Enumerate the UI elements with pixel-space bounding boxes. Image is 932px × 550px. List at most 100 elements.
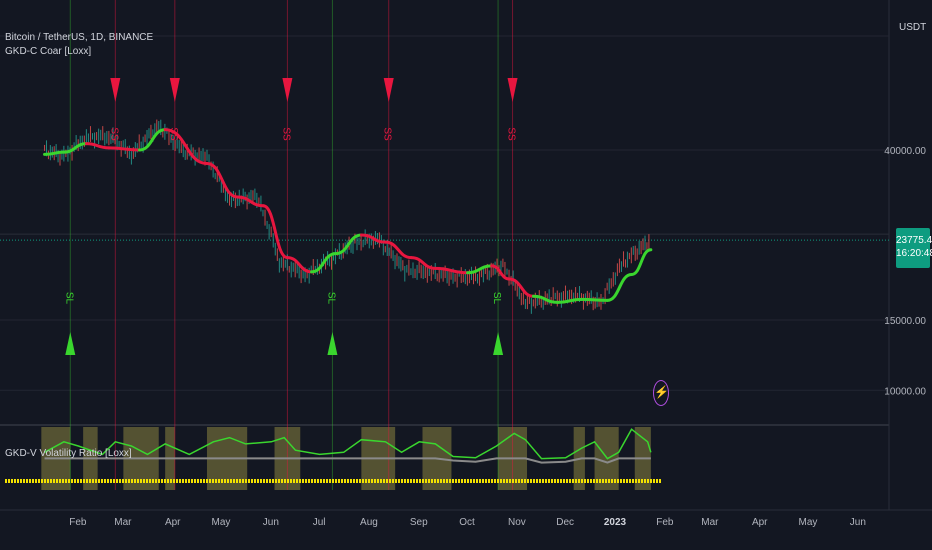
volatility-dot [347, 479, 349, 483]
volatility-dot [635, 479, 637, 483]
volatility-dot [380, 479, 382, 483]
volatility-dot [290, 479, 292, 483]
volatility-dot [233, 479, 235, 483]
price-tick-label: 40000.00 [884, 146, 926, 157]
volatility-dot [209, 479, 211, 483]
volatility-dot [146, 479, 148, 483]
volatility-dot [101, 479, 103, 483]
short-signal-label: SS [280, 127, 291, 141]
volatility-dot [71, 479, 73, 483]
volatility-dot [575, 479, 577, 483]
volatility-dot [485, 479, 487, 483]
indicator-legend-sub[interactable]: GKD-V Volatility Ratio [Loxx] [5, 448, 132, 459]
lightning-alert-icon[interactable]: ⚡ [653, 380, 669, 406]
volatility-dot [620, 479, 622, 483]
volatility-dot [245, 479, 247, 483]
volatility-dot [644, 479, 646, 483]
volatility-dot [272, 479, 274, 483]
volatility-dot [326, 479, 328, 483]
volatility-dot [77, 479, 79, 483]
volatility-dot [437, 479, 439, 483]
volatility-dot [449, 479, 451, 483]
volatility-dot [188, 479, 190, 483]
volatility-dot [134, 479, 136, 483]
volatility-dot [113, 479, 115, 483]
volatility-dot [302, 479, 304, 483]
time-tick-label: Feb [69, 517, 87, 528]
volatility-dot [170, 479, 172, 483]
short-signal-label: SS [168, 127, 179, 141]
indicator-legend-main[interactable]: GKD-C Coar [Loxx] [5, 46, 91, 57]
volatility-dot [215, 479, 217, 483]
volatility-dot [116, 479, 118, 483]
volatility-dot [431, 479, 433, 483]
volatility-dot [332, 479, 334, 483]
volatility-dot [131, 479, 133, 483]
volatility-dot [527, 479, 529, 483]
volatility-dot [212, 479, 214, 483]
volatility-dot [62, 479, 64, 483]
volatility-dot [47, 479, 49, 483]
volatility-dot [38, 479, 40, 483]
volatility-dot [17, 479, 19, 483]
volatility-dot [422, 479, 424, 483]
time-tick-label: Sep [410, 517, 428, 528]
volatility-dot [599, 479, 601, 483]
volatility-dot [155, 479, 157, 483]
volatility-dot [335, 479, 337, 483]
volatility-dot [269, 479, 271, 483]
volatility-dot [626, 479, 628, 483]
volatility-dot [344, 479, 346, 483]
volatility-dot [428, 479, 430, 483]
volatility-dot [656, 479, 658, 483]
volatility-dot [476, 479, 478, 483]
volatility-dot [521, 479, 523, 483]
volatility-dot [539, 479, 541, 483]
volatility-dot [248, 479, 250, 483]
volatility-dot [611, 479, 613, 483]
volatility-dot [578, 479, 580, 483]
volatility-dot [470, 479, 472, 483]
volatility-dot [503, 479, 505, 483]
volatility-dot [365, 479, 367, 483]
time-tick-label: Aug [360, 517, 378, 528]
volatility-dot [386, 479, 388, 483]
volatility-dot [455, 479, 457, 483]
trading-chart[interactable]: SS SS SS SS SS SL SL SL 40000.00 15000.00 10000.00… [0, 0, 932, 550]
volatility-dot [395, 479, 397, 483]
volatility-dot [23, 479, 25, 483]
volatility-dot [464, 479, 466, 483]
volatility-dot [197, 479, 199, 483]
volatility-dot [296, 479, 298, 483]
volatility-dot [161, 479, 163, 483]
volatility-dot [122, 479, 124, 483]
volatility-dot [83, 479, 85, 483]
volatility-dot [305, 479, 307, 483]
volatility-dot [497, 479, 499, 483]
price-tick-label: 15000.00 [884, 316, 926, 327]
volatility-dot [515, 479, 517, 483]
volatility-dot [206, 479, 208, 483]
volatility-dot [419, 479, 421, 483]
short-signal-label: SS [506, 127, 517, 141]
symbol-legend[interactable]: Bitcoin / TetherUS, 1D, BINANCE [5, 32, 153, 43]
volatility-dot [284, 479, 286, 483]
volatility-dot [152, 479, 154, 483]
volatility-dot [254, 479, 256, 483]
volatility-dot [314, 479, 316, 483]
volatility-dot [89, 479, 91, 483]
volatility-dot [128, 479, 130, 483]
volatility-dot [398, 479, 400, 483]
volatility-dot [221, 479, 223, 483]
volatility-dot [581, 479, 583, 483]
time-tick-label: Jun [263, 517, 279, 528]
time-tick-label: Dec [556, 517, 574, 528]
volatility-dot [119, 479, 121, 483]
volatility-dot [584, 479, 586, 483]
volatility-dot [482, 479, 484, 483]
volatility-dot [353, 479, 355, 483]
volatility-dot [545, 479, 547, 483]
time-tick-label: Oct [459, 517, 475, 528]
volatility-dot [587, 479, 589, 483]
volatility-dot [500, 479, 502, 483]
